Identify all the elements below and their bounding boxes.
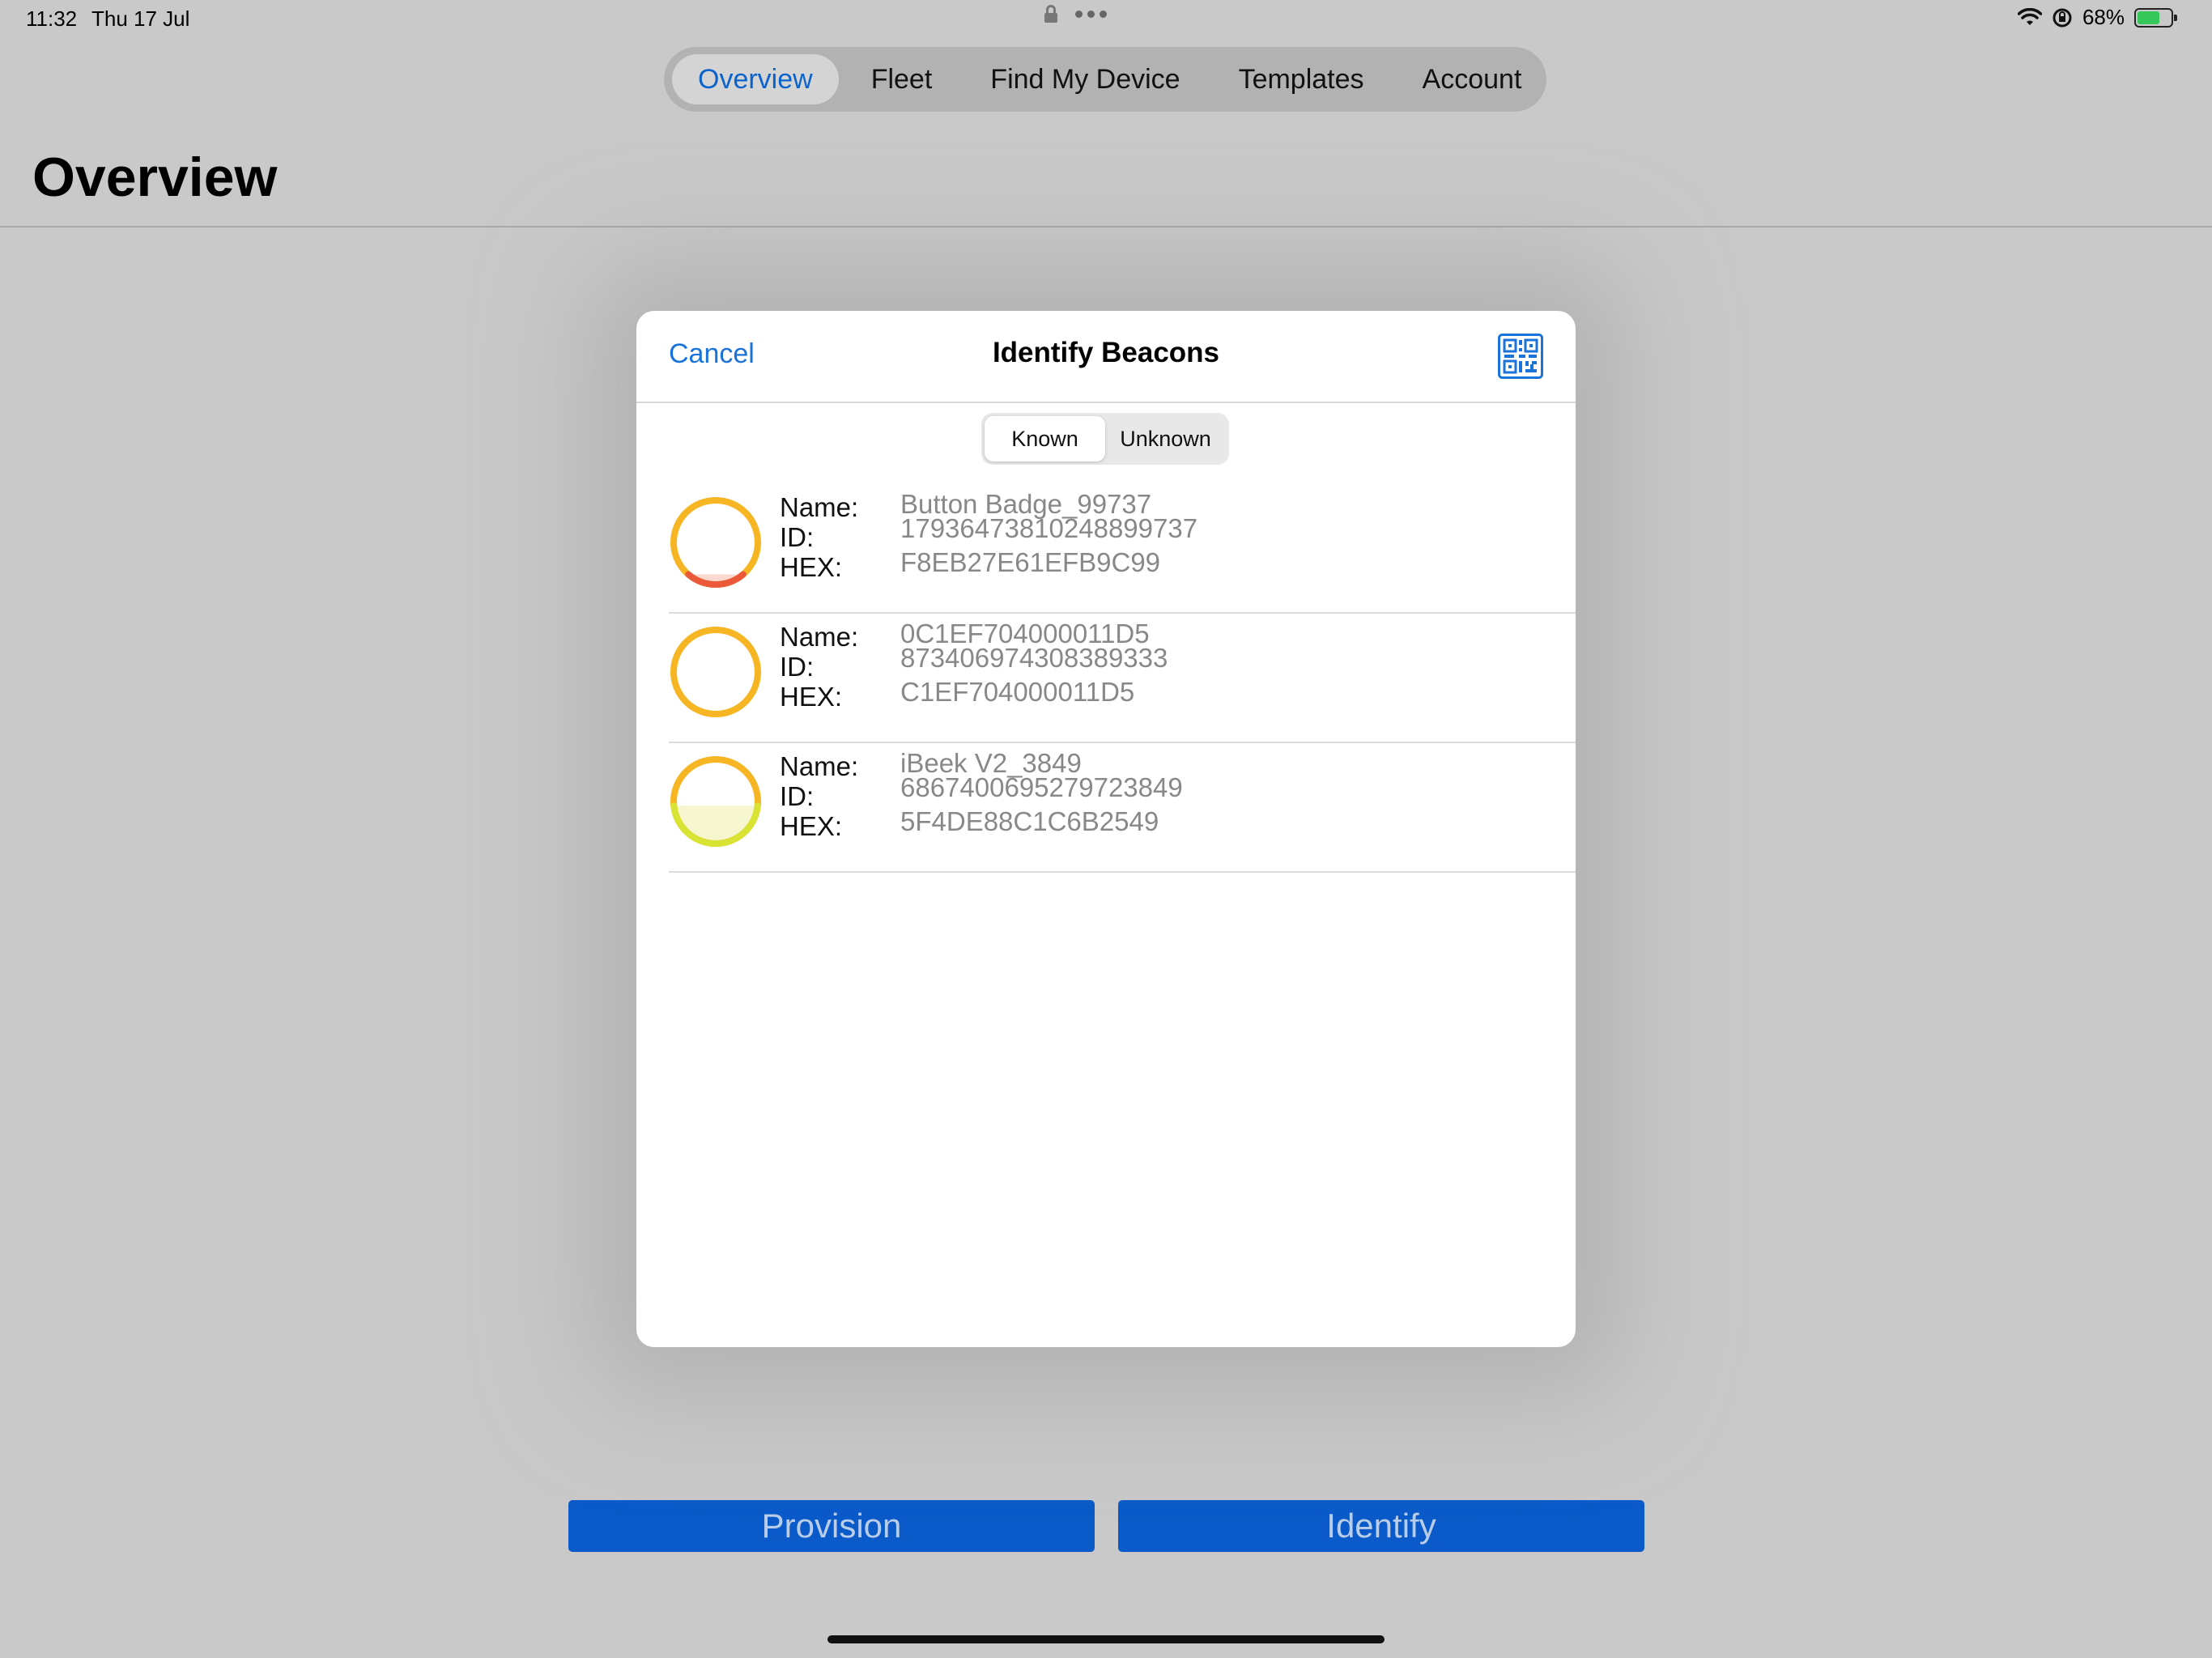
beacon-hex: C1EF704000011D5	[900, 677, 1135, 707]
home-indicator[interactable]	[827, 1635, 1385, 1643]
status-bar: 11:32 Thu 17 Jul 68%	[0, 0, 2212, 39]
beacon-row[interactable]: Name: ID: HEX: Button Badge_99737 179364…	[669, 484, 1576, 614]
status-time: 11:32	[26, 6, 78, 31]
lock-icon	[1044, 5, 1057, 23]
identify-button[interactable]: Identify	[1118, 1500, 1644, 1552]
name-label: Name:	[780, 751, 859, 781]
tab-fleet[interactable]: Fleet	[845, 54, 959, 104]
beacon-level-gauge	[670, 497, 761, 588]
identify-beacons-modal: Cancel Identify Beacons Known Unknown Na…	[636, 311, 1576, 1347]
wifi-icon	[2017, 7, 2042, 25]
modal-title: Identify Beacons	[992, 337, 1220, 368]
status-right: 68%	[2017, 5, 2177, 30]
tab-account[interactable]: Account	[1397, 54, 1548, 104]
status-date: Thu 17 Jul	[91, 6, 190, 31]
qr-code-icon[interactable]	[1498, 334, 1543, 379]
page-title: Overview	[32, 147, 278, 208]
more-dots-icon[interactable]	[1075, 10, 1107, 18]
beacon-field-values: 0C1EF704000011D5 873406974308389333 C1EF…	[900, 620, 1168, 707]
beacon-level-gauge	[670, 627, 761, 717]
battery-percent: 68%	[2082, 5, 2125, 29]
beacon-list: Name: ID: HEX: Button Badge_99737 179364…	[669, 484, 1576, 873]
modal-header: Cancel Identify Beacons	[636, 311, 1576, 403]
known-unknown-segmented-control: Known Unknown	[981, 413, 1229, 465]
beacon-level-gauge	[670, 756, 761, 847]
tab-bar: Overview Fleet Find My Device Templates …	[664, 47, 1546, 112]
beacon-field-labels: Name: ID: HEX:	[780, 622, 858, 712]
id-label: ID:	[780, 781, 815, 811]
tab-overview[interactable]: Overview	[672, 54, 839, 104]
hex-label: HEX:	[780, 682, 843, 712]
segment-known[interactable]: Known	[985, 416, 1105, 461]
hex-label: HEX:	[780, 552, 843, 582]
beacon-hex: F8EB27E61EFB9C99	[900, 547, 1161, 577]
beacon-field-labels: Name: ID: HEX:	[780, 492, 858, 582]
tab-find-my-device[interactable]: Find My Device	[964, 54, 1206, 104]
beacon-field-labels: Name: ID: HEX:	[780, 751, 858, 841]
beacon-row[interactable]: Name: ID: HEX: iBeek V2_3849 68674006952…	[669, 743, 1576, 873]
beacon-id: 873406974308389333	[900, 643, 1168, 673]
beacon-field-values: Button Badge_99737 17936473810248899737 …	[900, 491, 1198, 577]
segment-unknown[interactable]: Unknown	[1105, 416, 1226, 461]
name-label: Name:	[780, 622, 859, 652]
id-label: ID:	[780, 652, 815, 682]
name-label: Name:	[780, 492, 859, 522]
title-divider	[0, 226, 2212, 227]
beacon-id: 6867400695279723849	[900, 772, 1183, 802]
hex-label: HEX:	[780, 811, 843, 841]
beacon-hex: 5F4DE88C1C6B2549	[900, 806, 1159, 836]
status-center	[1044, 5, 1107, 23]
provision-button[interactable]: Provision	[568, 1500, 1095, 1552]
beacon-field-values: iBeek V2_3849 6867400695279723849 5F4DE8…	[900, 750, 1183, 836]
beacon-row[interactable]: Name: ID: HEX: 0C1EF704000011D5 87340697…	[669, 614, 1576, 743]
battery-charging-icon	[2134, 7, 2177, 28]
id-label: ID:	[780, 522, 815, 552]
beacon-id: 17936473810248899737	[900, 513, 1198, 543]
tab-templates[interactable]: Templates	[1213, 54, 1390, 104]
rotation-lock-icon	[2052, 8, 2072, 27]
